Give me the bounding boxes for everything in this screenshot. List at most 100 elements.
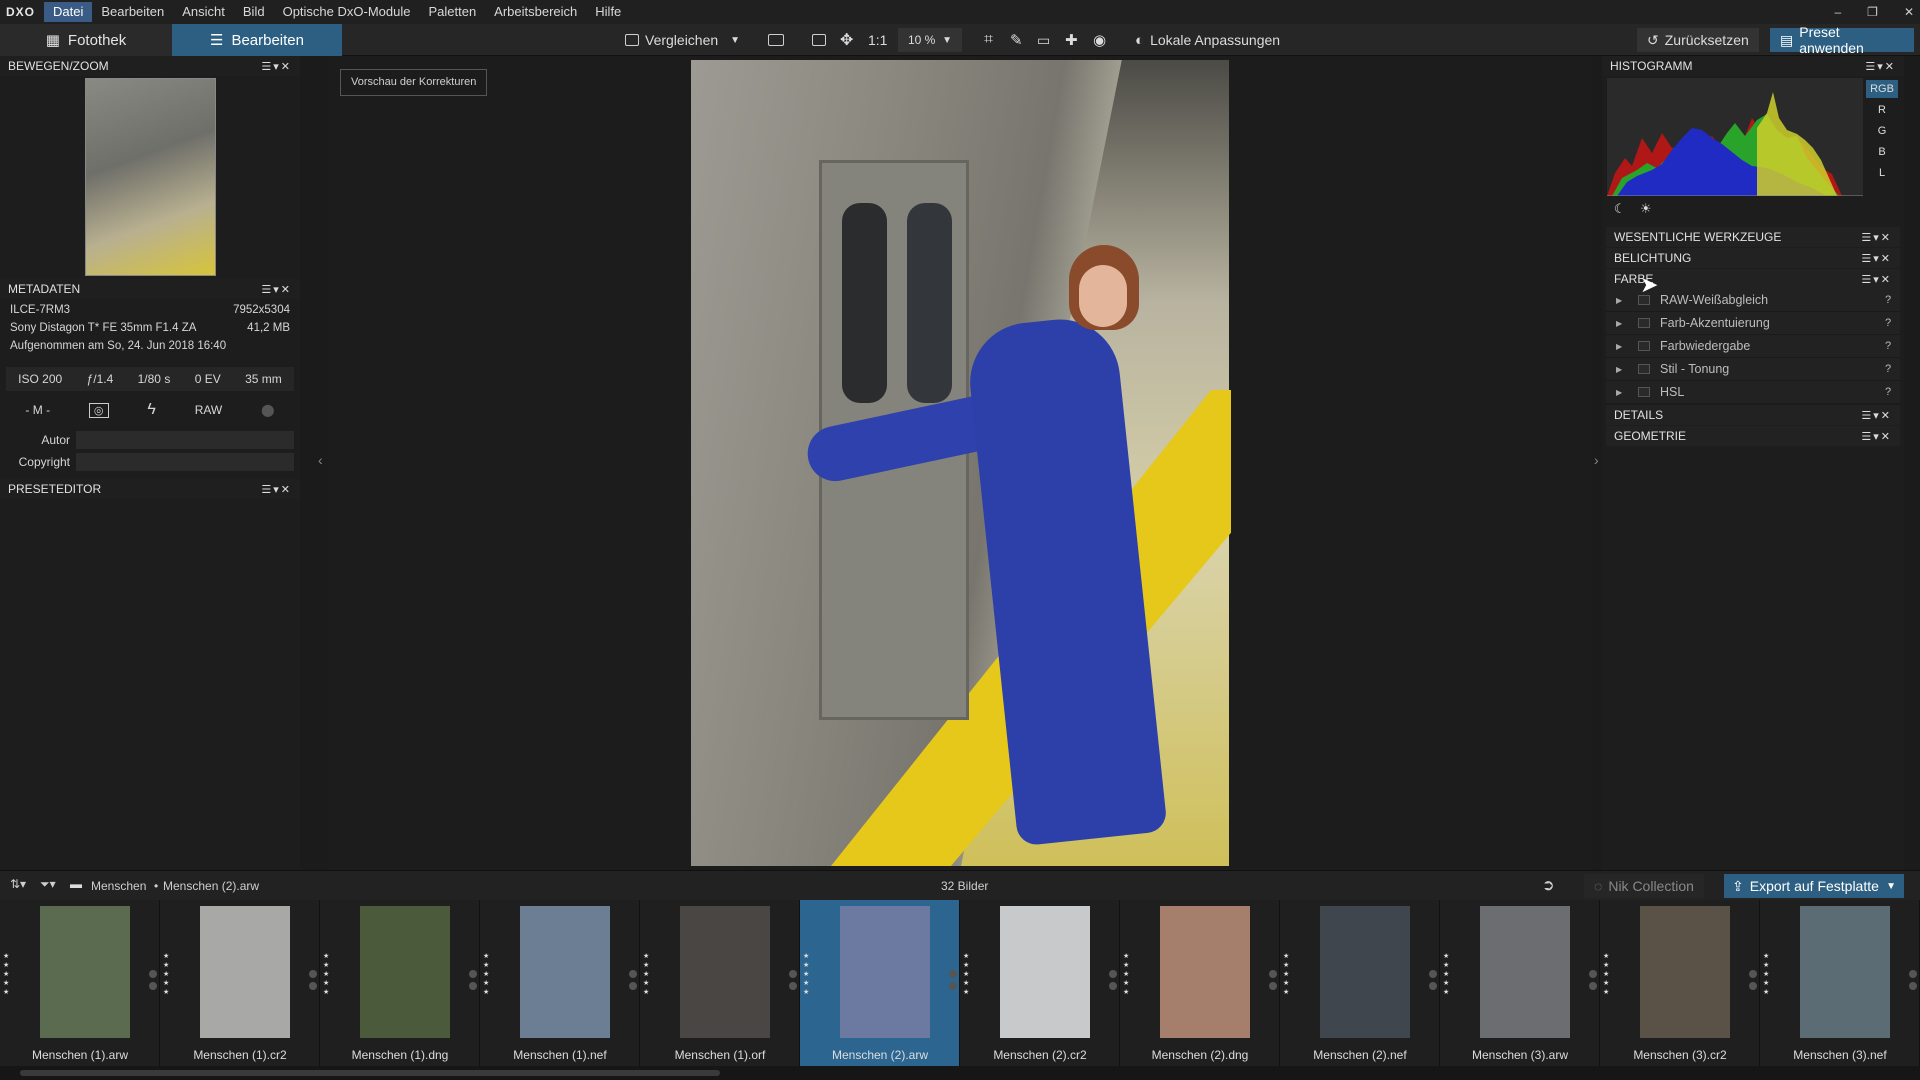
menu-ansicht[interactable]: Ansicht (173, 2, 234, 22)
film-thumbnail[interactable]: ★ ★ ★ ★ ★ Menschen (2).dng (1120, 900, 1280, 1066)
rating-stars-icon[interactable]: ★ ★ ★ ★ ★ (1123, 952, 1129, 997)
tab-fotothek[interactable]: ▦ Fotothek (0, 24, 172, 56)
export-arrow-icon[interactable]: ➲ (1542, 876, 1555, 894)
film-thumbnail[interactable]: ★ ★ ★ ★ ★ Menschen (1).cr2 (160, 900, 320, 1066)
help-icon[interactable]: ? (1876, 363, 1900, 375)
horizon-icon[interactable]: ▭ (1037, 28, 1050, 52)
help-icon[interactable]: ? (1876, 386, 1900, 398)
collapse-left-icon[interactable]: ‹ (318, 452, 323, 468)
expand-arrow-icon[interactable]: ▶ (1616, 388, 1630, 397)
enable-toggle[interactable] (1638, 318, 1650, 328)
tag-dots[interactable] (1429, 970, 1437, 994)
essential-tools-header[interactable]: WESENTLICHE WERKZEUGE ☰▾✕ (1606, 227, 1900, 247)
panel-menu-close-icon[interactable]: ☰▾✕ (261, 483, 292, 496)
move-icon[interactable]: ✥ (840, 28, 853, 52)
preset-editor-header[interactable]: PRESETEDITOR ☰▾✕ (0, 479, 300, 499)
move-zoom-header[interactable]: BEWEGEN/ZOOM ☰▾✕ (0, 56, 300, 76)
copyright-field[interactable] (76, 453, 294, 471)
thumbnail-image[interactable] (1800, 906, 1890, 1038)
film-thumbnail[interactable]: ★ ★ ★ ★ ★ Menschen (2).nef (1280, 900, 1440, 1066)
expand-arrow-icon[interactable]: ▶ (1616, 342, 1630, 351)
rating-stars-icon[interactable]: ★ ★ ★ ★ ★ (1443, 952, 1449, 997)
thumbnail-image[interactable] (520, 906, 610, 1038)
tag-dots[interactable] (1749, 970, 1757, 994)
export-button[interactable]: ⇪ Export auf Festplatte ▼ (1724, 874, 1904, 898)
panel-menu-close-icon[interactable]: ☰▾✕ (1861, 273, 1892, 286)
zoom-select[interactable]: 10 % ▼ (898, 28, 962, 52)
eye-icon[interactable]: ◉ (1093, 28, 1106, 52)
film-thumbnail[interactable]: ★ ★ ★ ★ ★ Menschen (1).dng (320, 900, 480, 1066)
thumbnail-image[interactable] (200, 906, 290, 1038)
panel-menu-close-icon[interactable]: ☰▾✕ (1865, 60, 1896, 73)
expand-arrow-icon[interactable]: ▶ (1616, 365, 1630, 374)
film-thumbnail[interactable]: ★ ★ ★ ★ ★ Menschen (3).arw (1440, 900, 1600, 1066)
menu-hilfe[interactable]: Hilfe (586, 2, 630, 22)
details-header[interactable]: DETAILS ☰▾✕ (1606, 405, 1900, 425)
exposure-header[interactable]: BELICHTUNG ☰▾✕ (1606, 248, 1900, 268)
eyedropper-icon[interactable]: ✎ (1010, 28, 1023, 52)
rating-stars-icon[interactable]: ★ ★ ★ ★ ★ (323, 952, 329, 997)
film-thumbnail[interactable]: ★ ★ ★ ★ ★ Menschen (3).cr2 (1600, 900, 1760, 1066)
repair-icon[interactable]: ✚ (1065, 28, 1078, 52)
thumbnail-image[interactable] (680, 906, 770, 1038)
tab-bearbeiten[interactable]: ☰ Bearbeiten (172, 24, 342, 56)
fit-icon[interactable] (812, 28, 826, 52)
thumbnail-image[interactable] (840, 906, 930, 1038)
channel-l[interactable]: L (1866, 164, 1898, 182)
tag-dots[interactable] (789, 970, 797, 994)
tag-dots[interactable] (1589, 970, 1597, 994)
rating-stars-icon[interactable]: ★ ★ ★ ★ ★ (643, 952, 649, 997)
compare-button[interactable]: Vergleichen ▼ (625, 28, 740, 52)
navigator-thumbnail[interactable] (85, 78, 216, 276)
tag-dots[interactable] (309, 970, 317, 994)
sort-icon[interactable]: ⇅▾ (10, 877, 26, 891)
rating-stars-icon[interactable]: ★ ★ ★ ★ ★ (963, 952, 969, 997)
panel-menu-close-icon[interactable]: ☰▾✕ (1861, 430, 1892, 443)
menu-bild[interactable]: Bild (234, 2, 274, 22)
rating-stars-icon[interactable]: ★ ★ ★ ★ ★ (483, 952, 489, 997)
chevron-down-icon[interactable]: ▼ (730, 35, 740, 46)
rating-stars-icon[interactable]: ★ ★ ★ ★ ★ (1603, 952, 1609, 997)
channel-g[interactable]: G (1866, 122, 1898, 140)
enable-toggle[interactable] (1638, 364, 1650, 374)
rating-stars-icon[interactable]: ★ ★ ★ ★ ★ (1763, 952, 1769, 997)
help-icon[interactable]: ? (1876, 317, 1900, 329)
tag-dots[interactable] (469, 970, 477, 994)
tool-color-accentuation[interactable]: ▶ Farb-Akzentuierung? (1606, 312, 1900, 335)
menu-datei[interactable]: Datei (44, 2, 93, 22)
thumbnail-image[interactable] (1320, 906, 1410, 1038)
menu-optische-module[interactable]: Optische DxO-Module (274, 2, 420, 22)
one-to-one-button[interactable]: 1:1 (868, 28, 887, 52)
collapse-right-icon[interactable]: › (1594, 452, 1599, 468)
restore-button[interactable]: ❐ (1867, 5, 1878, 19)
crop-icon[interactable]: ⌗ (984, 28, 993, 52)
tag-dots[interactable] (1909, 970, 1917, 994)
split-view-icon[interactable] (768, 28, 784, 52)
thumbnail-image[interactable] (1000, 906, 1090, 1038)
tag-dots[interactable] (1269, 970, 1277, 994)
geometry-header[interactable]: GEOMETRIE ☰▾✕ (1606, 426, 1900, 446)
preview-corrections-button[interactable]: Vorschau der Korrekturen (340, 69, 488, 96)
tool-hsl[interactable]: ▶ HSL? (1606, 381, 1900, 404)
rating-stars-icon[interactable]: ★ ★ ★ ★ ★ (163, 952, 169, 997)
filter-icon[interactable]: ⏷▾ (40, 877, 56, 892)
thumbnail-image[interactable] (1640, 906, 1730, 1038)
enable-toggle[interactable] (1638, 341, 1650, 351)
film-thumbnail[interactable]: ★ ★ ★ ★ ★ Menschen (3).nef (1760, 900, 1920, 1066)
help-icon[interactable]: ? (1876, 294, 1900, 306)
panel-menu-close-icon[interactable]: ☰▾✕ (1861, 252, 1892, 265)
panel-menu-close-icon[interactable]: ☰▾✕ (261, 283, 292, 296)
rating-stars-icon[interactable]: ★ ★ ★ ★ ★ (1283, 952, 1289, 997)
expand-arrow-icon[interactable]: ▶ (1616, 319, 1630, 328)
metadata-header[interactable]: METADATEN ☰▾✕ (0, 279, 300, 299)
tag-dots[interactable] (949, 970, 957, 994)
panel-menu-close-icon[interactable]: ☰▾✕ (1861, 231, 1892, 244)
shadow-clip-icon[interactable]: ☾ (1614, 201, 1626, 217)
enable-toggle[interactable] (1638, 387, 1650, 397)
expand-arrow-icon[interactable]: ▶ (1616, 296, 1630, 305)
filmstrip-scrollbar[interactable] (0, 1066, 1920, 1080)
scrollbar-thumb[interactable] (20, 1070, 720, 1076)
nik-collection-button[interactable]: ◌ Nik Collection (1584, 874, 1704, 898)
author-field[interactable] (76, 431, 294, 449)
thumbnail-image[interactable] (1480, 906, 1570, 1038)
